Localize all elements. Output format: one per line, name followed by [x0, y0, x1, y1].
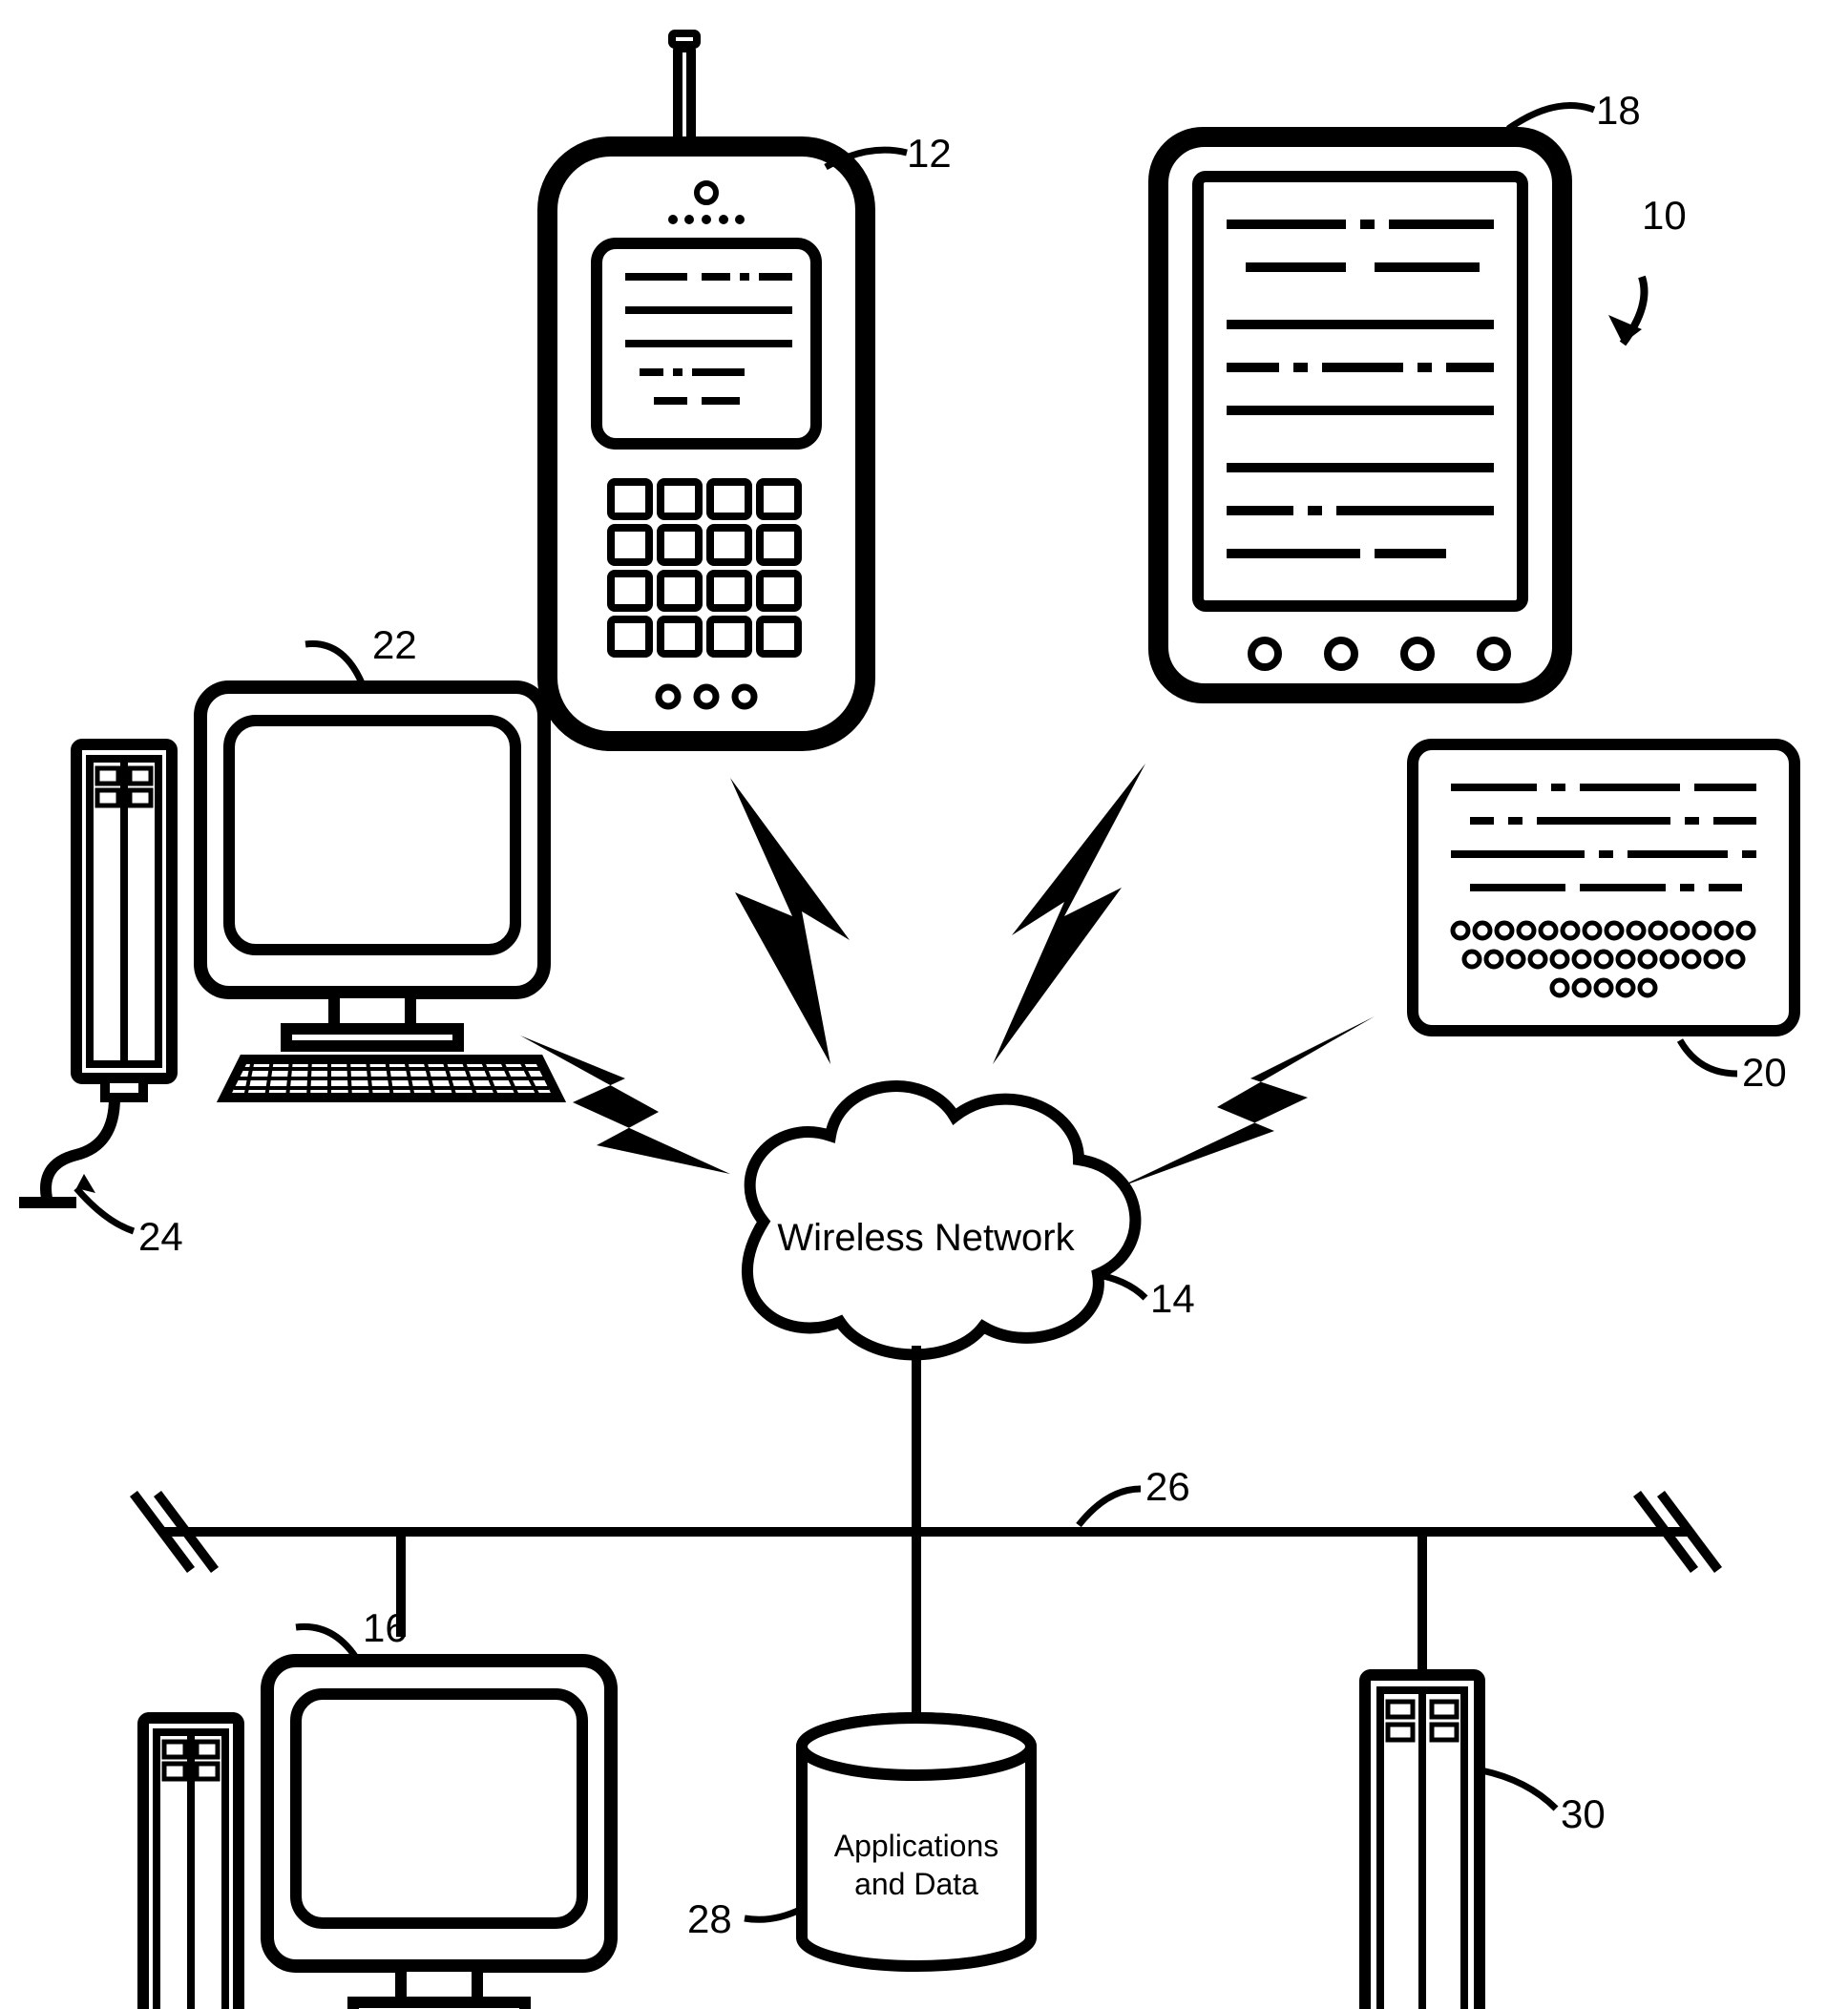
wireless-cloud: Wireless Network 14: [747, 1086, 1195, 1354]
ref-14-label: 14: [1150, 1276, 1195, 1321]
ref-12-label: 12: [907, 131, 952, 176]
laptop: 20: [1413, 744, 1795, 1095]
desktop-pc-top: 22 24: [19, 622, 558, 1259]
ref-22-label: 22: [372, 622, 417, 667]
ref-16-label: 16: [363, 1605, 408, 1650]
ref-18-label: 18: [1596, 88, 1641, 133]
network-diagram: 10: [0, 0, 1848, 2009]
ref-10-label: 10: [1642, 193, 1687, 238]
ref-26-label: 26: [1145, 1464, 1190, 1509]
ref-28-label: 28: [687, 1896, 732, 1941]
mobile-phone: 12: [544, 33, 952, 744]
ref-20-label: 20: [1742, 1050, 1787, 1095]
cloud-label: Wireless Network: [777, 1217, 1075, 1259]
tablet: 18: [1155, 88, 1641, 697]
db-label-line2: and Data: [854, 1867, 978, 1901]
db-label-line1: Applications: [834, 1829, 999, 1863]
server-tower: 30: [1365, 1675, 1606, 2009]
server-pc-bottom: 16: [143, 1605, 625, 2009]
ref-24-label: 24: [138, 1214, 183, 1259]
database: Applications and Data 28: [687, 1718, 1031, 1966]
ref-30-label: 30: [1561, 1791, 1606, 1836]
system-ref: 10: [1608, 193, 1687, 344]
